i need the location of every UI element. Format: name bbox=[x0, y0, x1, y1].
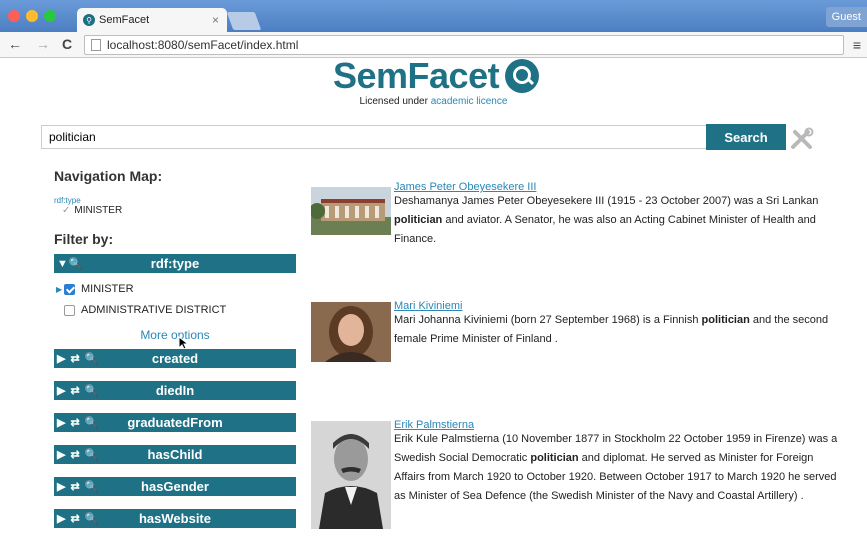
result-snippet: Erik Kule Palmstierna (10 November 1877 … bbox=[394, 433, 838, 502]
facet-header-rdf-type[interactable]: ▼🔍 rdf:type bbox=[54, 254, 296, 273]
facet-option-minister[interactable]: ▶ MINISTER bbox=[56, 283, 134, 295]
facet-header-created[interactable]: ▶ ⇄ 🔍 created bbox=[54, 349, 296, 368]
guest-profile-button[interactable]: Guest bbox=[825, 7, 867, 27]
facet-label: diedIn bbox=[155, 383, 195, 398]
facet-label: graduatedFrom bbox=[127, 415, 223, 430]
search-button[interactable]: Search bbox=[706, 124, 786, 150]
close-window-button[interactable] bbox=[8, 10, 20, 22]
more-options-link[interactable]: More options bbox=[54, 328, 296, 342]
magnifier-logo-icon bbox=[505, 59, 540, 93]
address-bar[interactable]: localhost:8080/semFacet/index.html bbox=[84, 35, 844, 55]
administrative-district-checkbox[interactable] bbox=[64, 304, 75, 316]
license-line: Licensed under academic licence bbox=[0, 96, 867, 107]
result-snippet: Deshamanya James Peter Obeyesekere III (… bbox=[394, 195, 819, 245]
option-label: ADMINISTRATIVE DISTRICT bbox=[81, 304, 227, 316]
browser-tab[interactable]: ⚲ SemFacet × bbox=[77, 8, 227, 32]
minimize-window-button[interactable] bbox=[26, 10, 38, 22]
check-icon: ✓ bbox=[62, 205, 71, 216]
facet-label: hasWebsite bbox=[138, 511, 211, 526]
academic-licence-link[interactable]: academic licence bbox=[431, 96, 508, 107]
facet-label: hasChild bbox=[147, 447, 203, 462]
tab-title: SemFacet bbox=[99, 14, 150, 26]
back-arrow-icon[interactable]: ← bbox=[8, 36, 22, 52]
url-text: localhost:8080/semFacet/index.html bbox=[107, 38, 299, 52]
result-thumbnail[interactable] bbox=[311, 302, 391, 362]
semfacet-favicon-icon: ⚲ bbox=[83, 14, 95, 26]
facet-header-haschild[interactable]: ▶ ⇄ 🔍 hasChild bbox=[54, 445, 296, 464]
facet-label: rdf:type bbox=[150, 256, 200, 271]
search-input[interactable] bbox=[41, 125, 707, 149]
result-thumbnail[interactable] bbox=[311, 187, 391, 235]
facet-header-diedin[interactable]: ▶ ⇄ 🔍 diedIn bbox=[54, 381, 296, 400]
tab-close-icon[interactable]: × bbox=[212, 13, 219, 27]
filter-by-heading: Filter by: bbox=[54, 231, 114, 247]
facet-header-haswebsite[interactable]: ▶ ⇄ 🔍 hasWebsite bbox=[54, 509, 296, 528]
logo-text: SemFacet bbox=[333, 55, 500, 96]
page-icon bbox=[91, 39, 101, 51]
navmap-value-label: MINISTER bbox=[74, 205, 123, 216]
reload-icon[interactable]: C bbox=[62, 36, 72, 52]
navmap-value: ✓ MINISTER bbox=[62, 205, 122, 216]
browser-menu-icon[interactable]: ≡ bbox=[853, 37, 861, 53]
browser-titlebar: ⚲ SemFacet × Guest bbox=[0, 0, 867, 32]
mouse-cursor-icon bbox=[178, 336, 190, 350]
result-snippet: Mari Johanna Kiviniemi (born 27 Septembe… bbox=[394, 314, 829, 345]
tools-icon[interactable] bbox=[790, 127, 814, 151]
facet-option-administrative-district[interactable]: ADMINISTRATIVE DISTRICT bbox=[56, 304, 226, 316]
navmap-type-link[interactable]: rdf:type bbox=[54, 196, 81, 205]
new-tab-button[interactable] bbox=[226, 12, 262, 30]
result-thumbnail[interactable] bbox=[311, 421, 391, 529]
semfacet-logo: SemFacet bbox=[333, 55, 540, 97]
forward-arrow-icon[interactable]: → bbox=[36, 36, 50, 52]
maximize-window-button[interactable] bbox=[44, 10, 56, 22]
expand-triangle-icon[interactable]: ▶ bbox=[56, 285, 64, 294]
option-label: MINISTER bbox=[81, 283, 134, 295]
navigation-map-heading: Navigation Map: bbox=[54, 168, 163, 184]
facet-header-graduatedfrom[interactable]: ▶ ⇄ 🔍 graduatedFrom bbox=[54, 413, 296, 432]
minister-checkbox[interactable] bbox=[64, 283, 75, 295]
license-prefix: Licensed under bbox=[359, 96, 431, 107]
facet-label: hasGender bbox=[141, 479, 209, 494]
facet-header-hasgender[interactable]: ▶ ⇄ 🔍 hasGender bbox=[54, 477, 296, 496]
facet-label: created bbox=[151, 351, 199, 366]
